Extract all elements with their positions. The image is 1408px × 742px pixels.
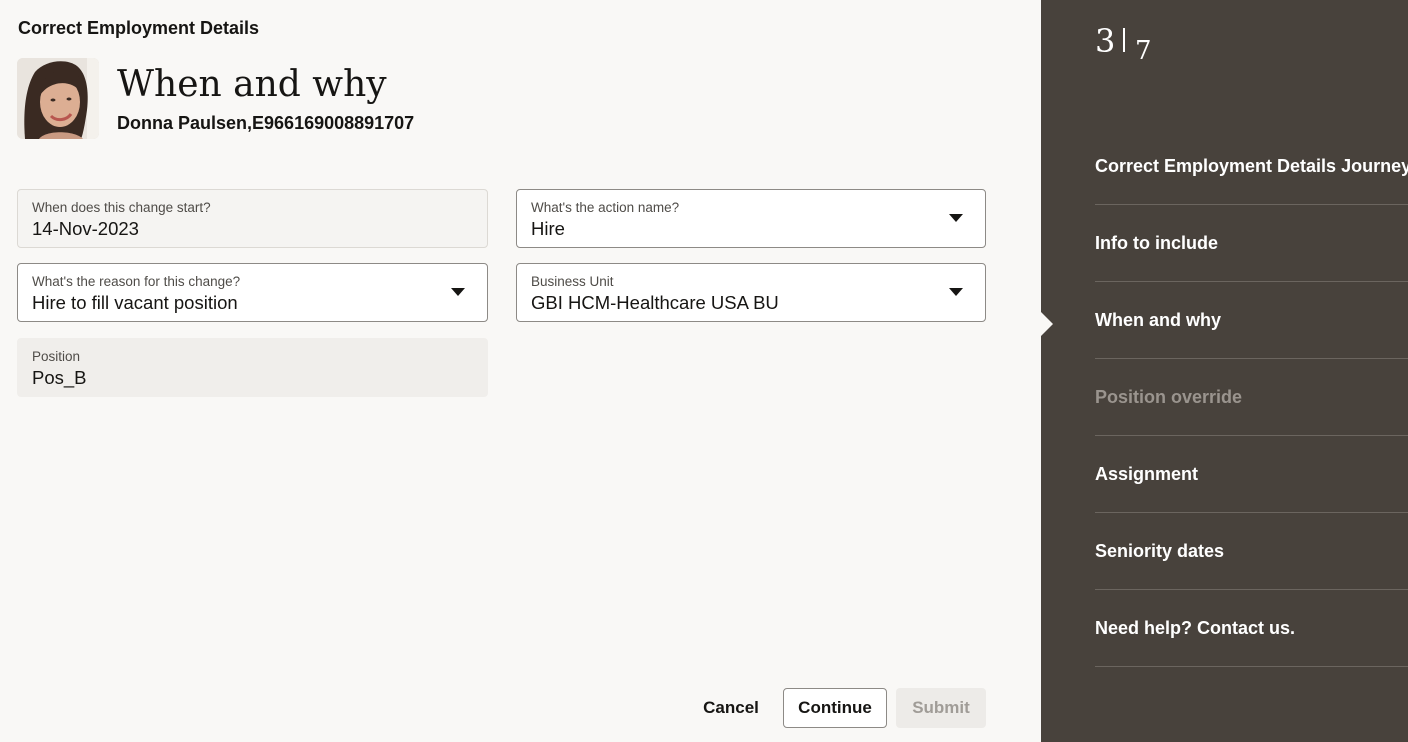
chevron-down-icon[interactable] — [949, 214, 963, 222]
person-name-id: Donna Paulsen,E966169008891707 — [117, 113, 415, 133]
main-panel: Correct Employment Details When and why … — [0, 0, 1041, 742]
business-unit-label: Business Unit — [531, 274, 614, 289]
current-step-pointer — [1041, 312, 1053, 336]
step-nav-list: Correct Employment Details Journey Info … — [1095, 128, 1408, 667]
sidebar-item-need-help[interactable]: Need help? Contact us. — [1095, 590, 1408, 667]
start-date-label: When does this change start? — [32, 200, 211, 215]
sidebar-item-assignment[interactable]: Assignment — [1095, 436, 1408, 513]
step-current: 3 — [1095, 22, 1116, 60]
chevron-down-icon[interactable] — [949, 288, 963, 296]
reason-label: What's the reason for this change? — [32, 274, 241, 289]
sidebar-item-seniority-dates[interactable]: Seniority dates — [1095, 513, 1408, 590]
action-name-label: What's the action name? — [531, 200, 680, 215]
page-header-title: Correct Employment Details — [18, 18, 260, 38]
sidebar-item-journey[interactable]: Correct Employment Details Journey — [1095, 128, 1408, 205]
step-total: 7 — [1135, 36, 1152, 66]
chevron-down-icon[interactable] — [451, 288, 465, 296]
submit-button: Submit — [896, 688, 986, 728]
reason-select[interactable]: What's the reason for this change? Hire … — [17, 263, 488, 322]
business-unit-value: GBI HCM-Healthcare USA BU — [531, 292, 779, 313]
page-title: When and why — [117, 64, 387, 105]
position-label: Position — [32, 349, 81, 364]
sidebar-item-position-override: Position override — [1095, 359, 1408, 436]
action-name-value: Hire — [531, 218, 565, 239]
business-unit-select[interactable]: Business Unit GBI HCM-Healthcare USA BU — [516, 263, 986, 322]
sidebar-item-when-and-why[interactable]: When and why — [1095, 282, 1408, 359]
sidebar-item-info-to-include[interactable]: Info to include — [1095, 205, 1408, 282]
reason-value: Hire to fill vacant position — [32, 292, 238, 313]
progress-sidebar: 3 7 Correct Employment Details Journey I… — [1041, 0, 1408, 742]
start-date-field[interactable]: When does this change start? 14-Nov-2023 — [17, 189, 488, 248]
person-photo-icon — [17, 58, 99, 139]
continue-button[interactable]: Continue — [783, 688, 887, 728]
cancel-button[interactable]: Cancel — [690, 688, 772, 728]
start-date-value: 14-Nov-2023 — [32, 218, 139, 239]
position-value: Pos_B — [32, 367, 87, 388]
avatar — [17, 58, 99, 139]
step-divider — [1123, 28, 1125, 52]
position-field: Position Pos_B — [17, 338, 488, 397]
action-name-select[interactable]: What's the action name? Hire — [516, 189, 986, 248]
